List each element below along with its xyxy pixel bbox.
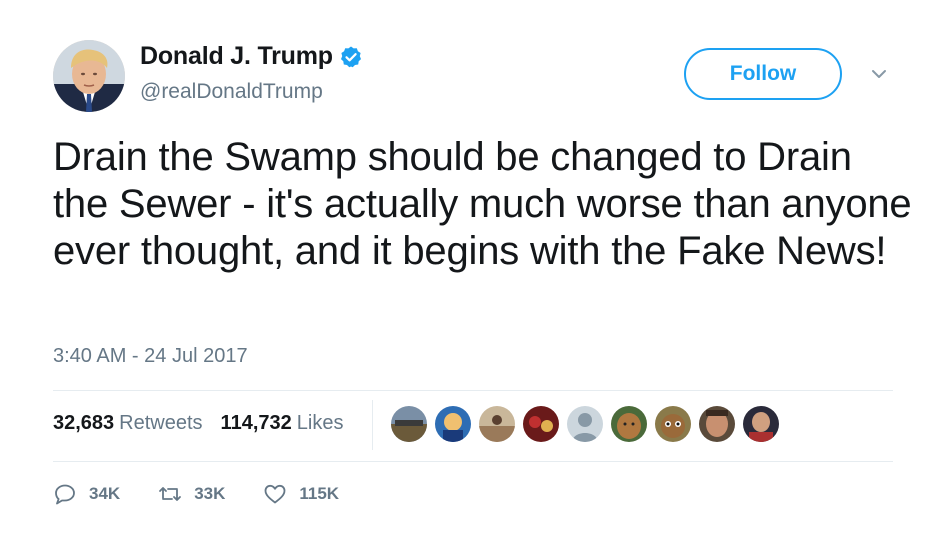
liker-avatar-1[interactable] [391,406,427,442]
tweet-timestamp[interactable]: 3:40 AM - 24 Jul 2017 [53,345,248,368]
likes-count: 114,732 [220,412,292,434]
like-button[interactable]: 115K [263,482,339,506]
liker-avatar-5[interactable] [567,406,603,442]
divider [53,390,893,391]
tweet-card: Donald J. Trump @realDonaldTrump Follow … [0,0,946,538]
tweet-actions: 34K 33K 115K [53,482,377,506]
chevron-down-icon[interactable] [869,64,889,84]
liker-avatar-2[interactable] [435,406,471,442]
liker-avatar-7[interactable] [655,406,691,442]
reply-count: 34K [89,484,121,503]
retweet-button[interactable]: 33K [158,482,225,506]
user-name-row[interactable]: Donald J. Trump [140,42,363,71]
liker-avatar-3[interactable] [479,406,515,442]
liker-avatar-8[interactable] [699,406,735,442]
like-count: 115K [299,484,340,503]
liker-avatar-6[interactable] [611,406,647,442]
retweet-count: 33K [194,484,226,503]
reply-icon [55,484,75,505]
retweets-label: Retweets [119,412,203,434]
tweet-stats: 32,683 Retweets 114,732 Likes [53,412,361,435]
display-name[interactable]: Donald J. Trump [140,42,333,71]
retweet-icon [159,487,182,501]
profile-avatar[interactable] [53,40,125,112]
likes-label: Likes [296,412,344,434]
user-handle[interactable]: @realDonaldTrump [140,80,323,104]
verified-badge-icon [339,45,363,69]
tweet-text: Drain the Swamp should be changed to Dra… [53,135,912,273]
follow-button[interactable]: Follow [684,48,842,100]
stats-separator [372,400,373,450]
heart-icon [264,484,286,504]
retweets-stat[interactable]: 32,683 Retweets [53,412,203,435]
divider [53,461,893,462]
retweets-count: 32,683 [53,412,115,434]
liker-avatars [391,406,787,442]
liker-avatar-4[interactable] [523,406,559,442]
likes-stat[interactable]: 114,732 Likes [221,412,344,435]
liker-avatar-9[interactable] [743,406,779,442]
reply-button[interactable]: 34K [53,482,120,506]
